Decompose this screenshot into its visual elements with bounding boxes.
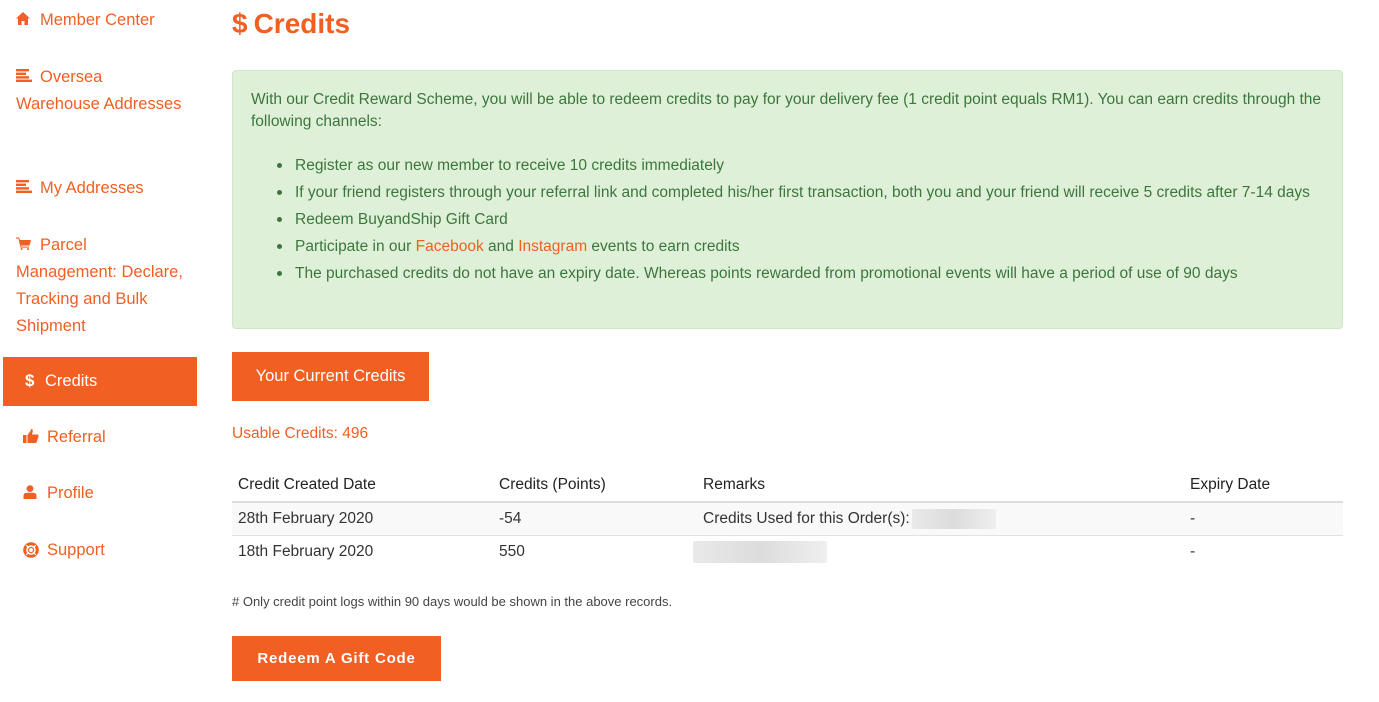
records-note: # Only credit point logs within 90 days … [232, 594, 673, 609]
sidebar-item-referral[interactable]: Referral [3, 424, 197, 451]
instagram-link[interactable]: Instagram [518, 238, 587, 255]
redacted-order-number [911, 508, 996, 529]
info-intro: With our Credit Reward Scheme, you will … [251, 91, 1322, 130]
list-icon [16, 69, 34, 83]
sidebar-item-parcel-management[interactable]: Parcel Management: Declare, Tracking and… [3, 232, 197, 340]
list-icon [16, 180, 34, 194]
thumbs-up-icon [23, 429, 41, 443]
cell-remarks: Credits Used for this Order(s): [697, 502, 1184, 535]
credit-info-alert: With our Credit Reward Scheme, you will … [232, 70, 1343, 329]
list-item: If your friend registers through your re… [277, 179, 1324, 206]
sidebar-item-support[interactable]: Support [3, 537, 197, 564]
list-item: Register as our new member to receive 10… [277, 152, 1324, 179]
cell-expiry: - [1190, 509, 1196, 527]
sidebar-item-label: Profile [47, 484, 94, 502]
dollar-icon: $ [232, 8, 248, 39]
cell-points: 550 [493, 534, 697, 568]
sidebar-item-label: Credits [45, 372, 98, 390]
page-title: $ Credits [232, 6, 350, 42]
social-suffix: events to earn credits [587, 238, 740, 255]
credits-table: Credit Created Date Credits (Points) Rem… [232, 469, 1343, 568]
usable-credits: Usable Credits: 496 [232, 425, 369, 442]
sidebar-item-credits[interactable]: $ Credits [3, 357, 197, 406]
list-item: The purchased credits do not have an exp… [277, 260, 1324, 287]
user-icon [23, 485, 41, 499]
column-header-expiry: Expiry Date [1184, 469, 1343, 503]
redacted-remarks [693, 540, 827, 563]
page-title-text: Credits [253, 8, 351, 39]
social-middle: and [483, 238, 519, 255]
cell-remarks [693, 534, 1184, 568]
sidebar-item-label: My Addresses [40, 179, 144, 197]
facebook-link[interactable]: Facebook [416, 238, 484, 255]
cell-date: 28th February 2020 [238, 509, 374, 527]
sidebar-item-oversea-warehouse-addresses[interactable]: Oversea Warehouse Addresses [3, 64, 197, 118]
remarks-text: Credits Used for this Order(s): [703, 509, 910, 527]
table-header-row: Credit Created Date Credits (Points) Rem… [232, 469, 1343, 503]
sidebar-item-my-addresses[interactable]: My Addresses [3, 175, 197, 202]
list-item: Participate in our Facebook and Instagra… [277, 233, 1324, 260]
earn-channels-list: Register as our new member to receive 10… [251, 152, 1324, 287]
sidebar-item-member-center[interactable]: Member Center [3, 7, 197, 34]
column-header-date: Credit Created Date [232, 469, 493, 503]
social-prefix: Participate in our [295, 238, 416, 255]
sidebar-item-label: Support [47, 541, 105, 559]
cell-date: 18th February 2020 [232, 534, 493, 568]
column-header-points: Credits (Points) [493, 469, 697, 503]
table-row: 18th February 2020 550 - [232, 534, 1343, 568]
home-icon [16, 12, 34, 26]
sidebar-item-label: Referral [47, 428, 106, 446]
table-row: 28th February 2020 -54 Credits Used for … [232, 502, 1343, 535]
life-ring-icon [23, 542, 41, 558]
your-current-credits-button[interactable]: Your Current Credits [232, 352, 429, 401]
sidebar-item-profile[interactable]: Profile [3, 480, 197, 507]
cart-icon [16, 237, 34, 251]
dollar-icon: $ [25, 371, 35, 390]
sidebar-item-label: Member Center [40, 11, 155, 29]
cell-points: -54 [499, 509, 522, 527]
sidebar-item-label: Oversea Warehouse Addresses [16, 68, 182, 113]
cell-expiry: - [1184, 534, 1343, 568]
redeem-gift-code-button[interactable]: Redeem A Gift Code [232, 636, 441, 681]
sidebar-item-label: Parcel Management: Declare, Tracking and… [16, 236, 183, 335]
list-item: Redeem BuyandShip Gift Card [277, 206, 1324, 233]
column-header-remarks: Remarks [697, 469, 1184, 503]
